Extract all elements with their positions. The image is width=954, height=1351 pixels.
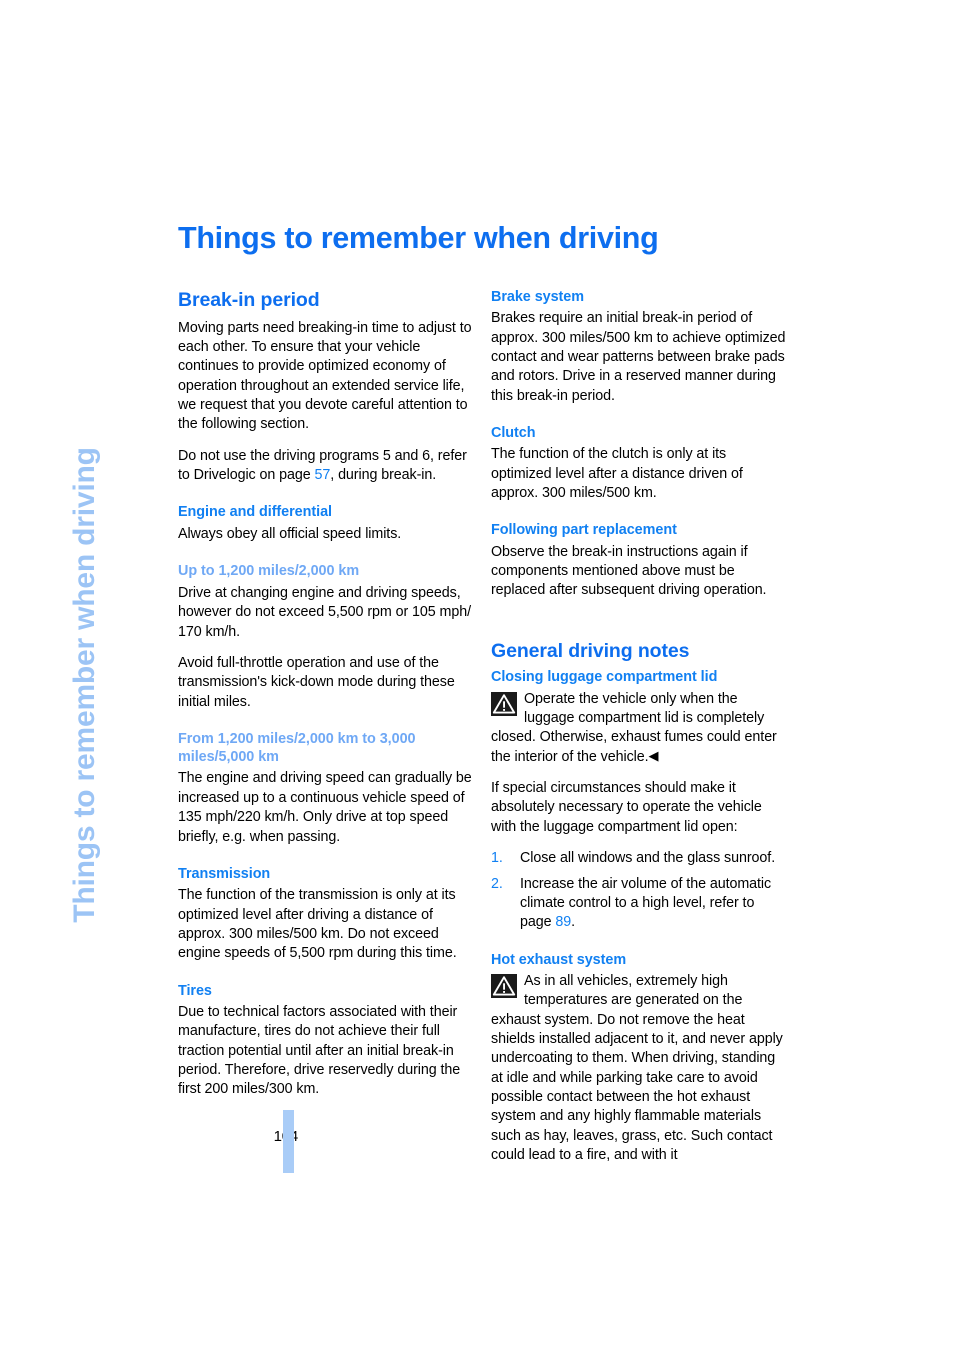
paragraph-engine-speed-limits: Always obey all official speed limits.	[178, 525, 402, 542]
list-item: 1. Close all windows and the glass sunroo…	[491, 849, 786, 868]
paragraph-break-in-intro: Moving parts need breaking-in time to ad…	[178, 319, 472, 433]
paragraph-luggage-lid-open: If special circumstances should make it …	[491, 780, 762, 835]
paragraph-drivelogic: Do not use the driving programs 5 and 6,…	[178, 447, 473, 486]
chapter-side-tab-label: Things to remember when driving	[68, 447, 101, 923]
step-text-tail: .	[571, 914, 576, 931]
page-reference-89[interactable]: 89	[555, 914, 571, 930]
page-reference-57[interactable]: 57	[315, 467, 331, 483]
step-number: 2.	[491, 875, 503, 892]
right-column: Brake system Brakes require an initial b…	[491, 289, 786, 1178]
paragraph-up-to-1200-speeds: Drive at changing engine and driving spe…	[178, 584, 472, 640]
step-number: 1.	[491, 850, 503, 867]
left-column: Break-in period Moving parts need breaki…	[178, 289, 473, 1100]
drivelogic-text-tail: , during break-in.	[330, 467, 437, 484]
page-title: Things to remember when driving	[178, 221, 659, 255]
paragraph-clutch: The function of the clutch is only at it…	[491, 446, 743, 502]
step-text: Close all windows and the glass sunroof.	[520, 850, 776, 867]
heading-engine-and-differential: Engine and differential	[178, 504, 332, 521]
heading-hot-exhaust-system: Hot exhaust system	[491, 951, 627, 968]
heading-up-to-1200-miles: Up to 1,200 miles/2,000 km	[178, 563, 360, 580]
paragraph-tires: Due to technical factors associated with…	[178, 1003, 461, 1098]
chapter-side-tab: Things to remember when driving	[0, 180, 170, 923]
heading-brake-system: Brake system	[491, 289, 585, 305]
warning-hot-exhaust-system: As in all vehicles, extremely high tempe…	[491, 972, 786, 1166]
heading-tires: Tires	[178, 982, 212, 999]
paragraph-transmission: The function of the transmission is only…	[178, 887, 457, 962]
folio-rule	[283, 1110, 294, 1173]
heading-from-1200-to-3000-miles: From 1,200 miles/2,000 km to 3,000 miles…	[178, 731, 416, 765]
paragraph-from-1200-to-3000: The engine and driving speed can gradual…	[178, 770, 472, 845]
heading-general-driving-notes: General driving notes	[491, 639, 690, 662]
heading-transmission: Transmission	[178, 865, 271, 882]
page-number: 104	[178, 1128, 299, 1145]
warning-triangle-icon	[491, 973, 517, 998]
heading-clutch: Clutch	[491, 425, 536, 442]
steps-list: 1. Close all windows and the glass sunroo…	[491, 849, 786, 932]
heading-closing-luggage-compartment-lid: Closing luggage compartment lid	[491, 669, 718, 686]
warning-closing-luggage-lid-text: Operate the vehicle only when the luggag…	[491, 690, 777, 765]
warning-hot-exhaust-text: As in all vehicles, extremely high tempe…	[491, 972, 783, 1164]
manual-page: Things to remember when driving Things t…	[0, 0, 954, 1351]
list-item: 2. Increase the air volume of the automat…	[491, 875, 786, 933]
heading-following-part-replacement: Following part replacement	[491, 522, 677, 539]
paragraph-following-part-replacement: Observe the break-in instructions again …	[491, 543, 767, 599]
warning-closing-luggage-lid: Operate the vehicle only when the luggag…	[491, 690, 786, 767]
heading-break-in-period: Break-in period	[178, 289, 320, 311]
paragraph-up-to-1200-throttle: Avoid full-throttle operation and use of…	[178, 654, 455, 710]
warning-end-marker: ◀	[648, 747, 659, 763]
paragraph-brake-system: Brakes require an initial break-in perio…	[491, 310, 786, 404]
warning-triangle-icon	[491, 691, 517, 716]
